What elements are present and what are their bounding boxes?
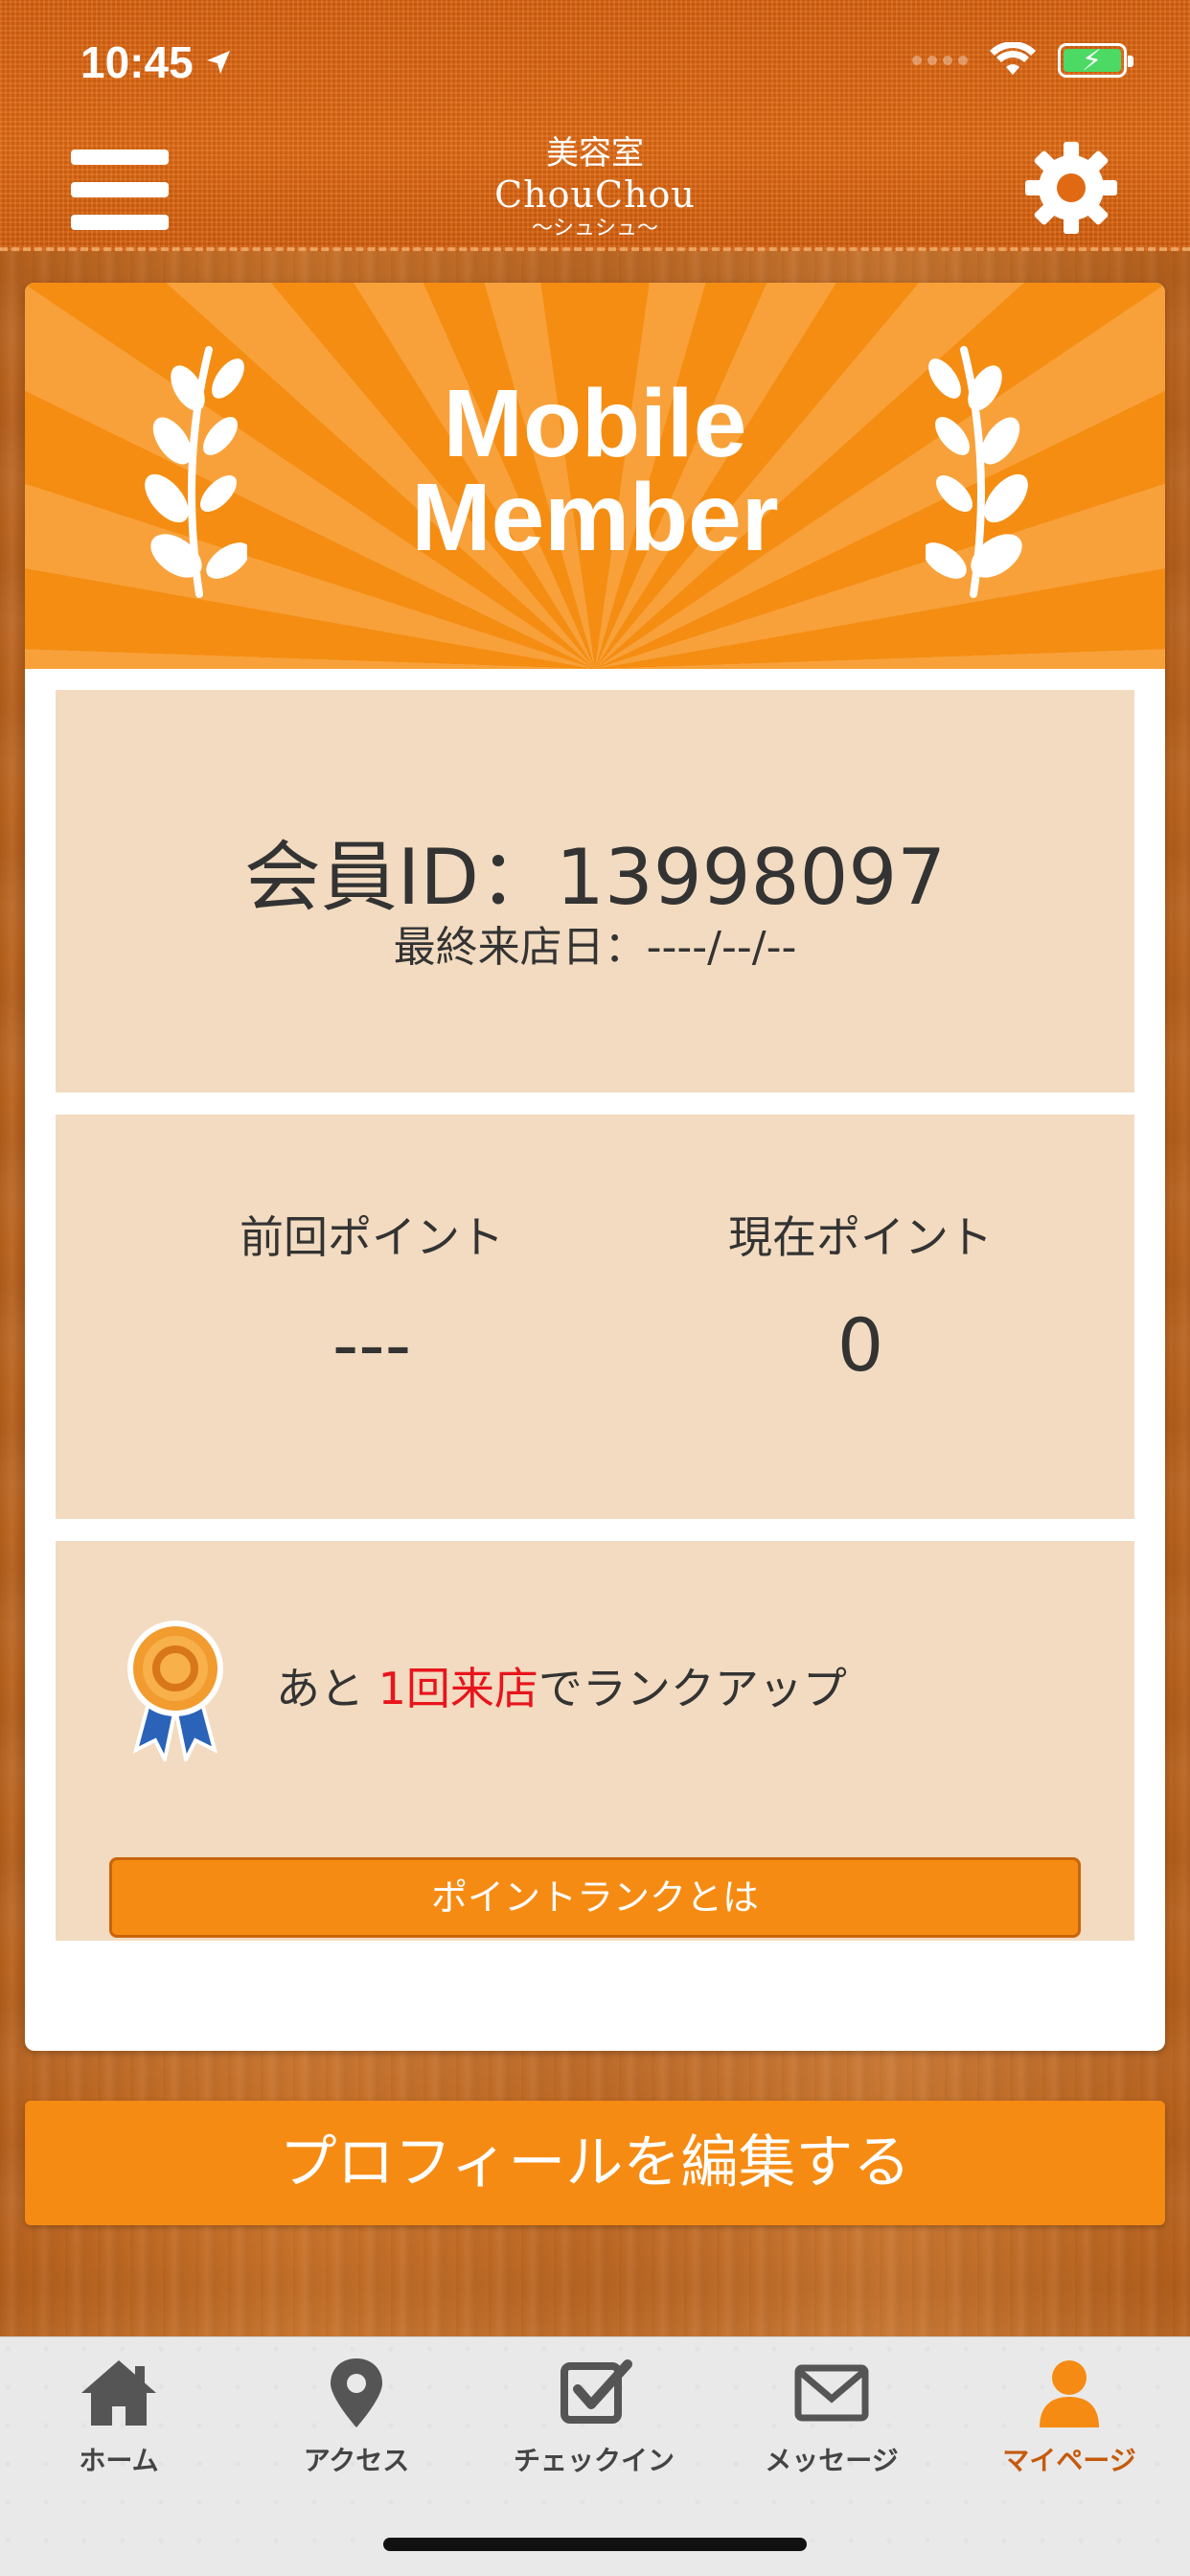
current-points-value: 0 (836, 1302, 884, 1388)
tab-message[interactable]: メッセージ (713, 2355, 950, 2498)
edit-profile-button[interactable]: プロフィールを編集する (25, 2101, 1165, 2225)
tab-checkin-label: チェックイン (513, 2445, 675, 2476)
rank-text-highlight: 1回来店 (378, 1663, 538, 1714)
rank-text-before: あと (276, 1663, 378, 1714)
member-id: 会員ID：13998097 (243, 833, 947, 922)
user-icon (1040, 2360, 1099, 2427)
envelope-icon (794, 2364, 869, 2422)
medal-icon (127, 1621, 223, 1761)
map-pin-icon (331, 2358, 382, 2427)
tab-checkin[interactable]: チェックイン (475, 2355, 713, 2498)
tab-message-label: メッセージ (765, 2445, 899, 2476)
mobile-member-banner: Mobile Member (25, 283, 1165, 669)
rank-panel: あと 1回来店でランクアップ ポイントランクとは (56, 1541, 1134, 1941)
current-points: 現在ポイント 0 (669, 1210, 1052, 1389)
logo-line1: 美容室 (546, 134, 644, 172)
laurel-right-icon (926, 346, 1028, 598)
current-points-label: 現在ポイント (728, 1211, 993, 1263)
status-bar-time: 10:45 (80, 36, 234, 88)
app-logo: 美容室 ChouChou 〜シュシュ〜 (451, 134, 739, 242)
logo-line2: ChouChou (494, 173, 696, 216)
tab-mypage[interactable]: マイページ (950, 2355, 1188, 2498)
hamburger-menu-icon[interactable] (71, 150, 169, 230)
status-bar-indicators: ⚡ (912, 42, 1133, 79)
tab-mypage-label: マイページ (1002, 2445, 1136, 2476)
last-visit-date: 最終来店日：----/--/-- (393, 923, 797, 972)
member-card: Mobile Member 会員ID：13998097 最終来店日：----/-… (25, 283, 1165, 2051)
wifi-icon (990, 42, 1036, 75)
settings-gear-icon[interactable] (1023, 140, 1119, 236)
rank-up-message: あと 1回来店でランクアップ (276, 1660, 847, 1717)
points-panel: 前回ポイント --- 現在ポイント 0 (56, 1115, 1134, 1519)
previous-points-value: --- (332, 1302, 412, 1388)
rank-text-after: でランクアップ (538, 1663, 847, 1714)
logo-line3: 〜シュシュ〜 (531, 217, 658, 241)
tab-access[interactable]: アクセス (238, 2355, 475, 2498)
previous-points-label: 前回ポイント (240, 1211, 504, 1263)
battery-icon: ⚡ (1058, 43, 1133, 78)
cellular-signal-icon (912, 56, 968, 65)
app-header: 10:45 ⚡ 美容室 ChouChou 〜シュシュ〜 (0, 0, 1190, 251)
location-arrow-icon (206, 51, 230, 74)
point-rank-info-button[interactable]: ポイントランクとは (109, 1857, 1081, 1938)
tab-home[interactable]: ホーム (0, 2355, 238, 2498)
member-id-panel: 会員ID：13998097 最終来店日：----/--/-- (56, 690, 1134, 1092)
previous-points: 前回ポイント --- (180, 1210, 563, 1389)
checkin-icon (561, 2359, 632, 2424)
tab-access-label: アクセス (303, 2445, 410, 2476)
tab-home-label: ホーム (79, 2445, 159, 2476)
home-icon (81, 2360, 156, 2426)
home-indicator[interactable] (383, 2538, 807, 2551)
